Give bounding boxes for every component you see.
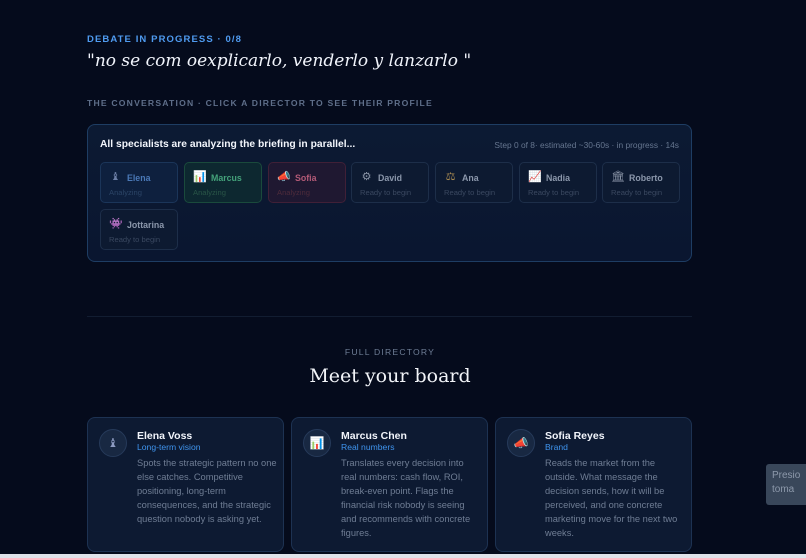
director-description: Reads the market from the outside. What … xyxy=(545,458,678,538)
gear-icon: ⚙ xyxy=(361,171,372,183)
director-role: Brand xyxy=(545,442,568,452)
chess-king-icon: ♝ xyxy=(110,171,121,183)
director-chip-david[interactable]: ⚙ David Ready to begin xyxy=(351,162,429,203)
director-chip-jottarina[interactable]: 👾 Jottarina Ready to begin xyxy=(100,209,178,250)
bank-icon: 🏛 xyxy=(611,171,625,183)
director-chip-ana[interactable]: ⚖ Ana Ready to begin xyxy=(435,162,513,203)
director-role: Real numbers xyxy=(341,442,395,452)
briefing-quote: "no se com oexplicarlo, venderlo y lanza… xyxy=(87,51,472,71)
director-name: Sofia Reyes xyxy=(545,430,605,442)
side-hint-line: toma xyxy=(772,484,795,495)
chip-name: Roberto xyxy=(629,173,663,183)
chip-status: Ready to begin xyxy=(444,188,496,197)
director-card-sofia[interactable]: 📣 Sofia Reyes Brand Reads the market fro… xyxy=(495,417,692,552)
side-hint-tab[interactable]: Presio toma xyxy=(766,464,806,505)
director-description: Translates every decision into real numb… xyxy=(341,458,471,538)
director-chip-marcus[interactable]: 📊 Marcus Analyzing xyxy=(184,162,262,203)
bar-chart-icon: 📊 xyxy=(193,171,207,183)
director-card-marcus[interactable]: 📊 Marcus Chen Real numbers Translates ev… xyxy=(291,417,488,552)
chip-status: Analyzing xyxy=(109,188,142,197)
director-role: Long-term vision xyxy=(137,442,201,452)
step-progress: Step 0 of 8· estimated ~30-60s · in prog… xyxy=(494,140,679,150)
chip-name: David xyxy=(378,173,402,183)
chip-status: Ready to begin xyxy=(611,188,663,197)
side-hint-line: Presio xyxy=(772,470,801,481)
director-description: Spots the strategic pattern no one else … xyxy=(137,458,277,524)
chip-name: Sofia xyxy=(295,173,317,183)
chip-status: Ready to begin xyxy=(360,188,412,197)
chip-name: Elena xyxy=(127,173,151,183)
chip-name: Marcus xyxy=(211,173,242,183)
megaphone-icon: 📣 xyxy=(277,171,291,183)
director-chip-nadia[interactable]: 📈 Nadia Ready to begin xyxy=(519,162,597,203)
director-chip-elena[interactable]: ♝ Elena Analyzing xyxy=(100,162,178,203)
chess-king-icon: ♝ xyxy=(99,429,127,457)
director-name: Marcus Chen xyxy=(341,430,407,442)
trend-chart-icon: 📈 xyxy=(528,171,542,183)
chip-name: Ana xyxy=(462,173,479,183)
conversation-label: THE CONVERSATION · CLICK A DIRECTOR TO S… xyxy=(87,98,433,108)
panel-title: All specialists are analyzing the briefi… xyxy=(100,139,356,150)
chip-status: Analyzing xyxy=(193,188,226,197)
scales-icon: ⚖ xyxy=(445,171,456,183)
chip-name: Jottarina xyxy=(127,220,165,230)
chip-status: Ready to begin xyxy=(109,235,161,244)
director-chip-roberto[interactable]: 🏛 Roberto Ready to begin xyxy=(602,162,680,203)
directory-label: FULL DIRECTORY xyxy=(344,347,436,357)
mask-icon: 👾 xyxy=(109,218,123,230)
directory-title: Meet your board xyxy=(309,365,471,387)
chip-status: Analyzing xyxy=(277,188,310,197)
director-name: Elena Voss xyxy=(137,430,193,442)
chip-name: Nadia xyxy=(546,173,570,183)
bar-chart-icon: 📊 xyxy=(303,429,331,457)
debate-status: DEBATE IN PROGRESS · 0/8 xyxy=(87,34,243,45)
chip-status: Ready to begin xyxy=(528,188,580,197)
director-chip-sofia[interactable]: 📣 Sofia Analyzing xyxy=(268,162,346,203)
analysis-panel: All specialists are analyzing the briefi… xyxy=(87,124,692,262)
megaphone-icon: 📣 xyxy=(507,429,535,457)
section-divider xyxy=(87,316,692,317)
bottom-bar xyxy=(0,554,806,558)
director-card-elena[interactable]: ♝ Elena Voss Long-term vision Spots the … xyxy=(87,417,284,552)
